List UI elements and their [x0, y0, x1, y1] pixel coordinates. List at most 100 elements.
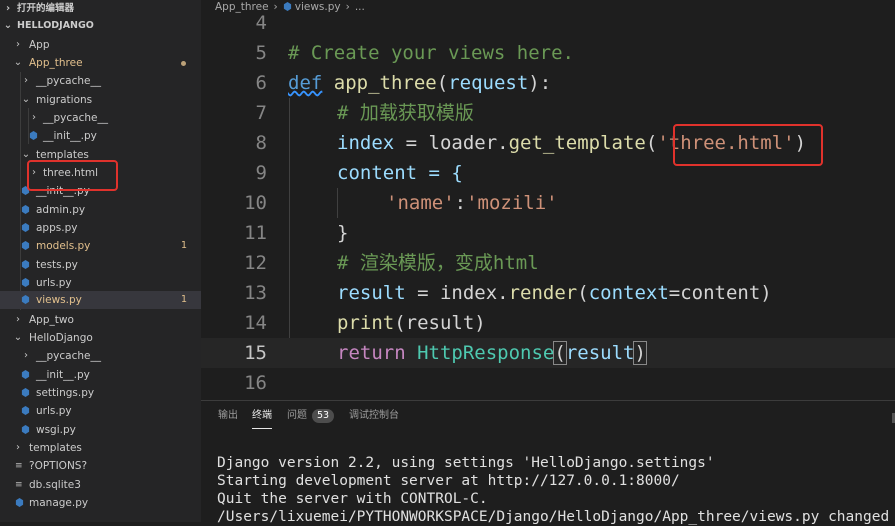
line-number: 6 — [255, 72, 267, 94]
chevron-down-icon: ⌄ — [21, 94, 31, 105]
bottom-panel: 输出 终端 问题 53 调试控制台 Django version 2.2, usi… — [201, 400, 895, 525]
tab-debug-console[interactable]: 调试控制台 — [349, 401, 399, 431]
chevron-right-icon: › — [16, 442, 20, 453]
line-number: 16 — [244, 372, 267, 394]
tree-file-db[interactable]: ≡ db.sqlite3 — [0, 476, 201, 494]
tree-label: __init__.py — [43, 130, 97, 142]
problem-count-badge: 1 — [180, 294, 187, 305]
code-punct: : — [454, 192, 467, 214]
tree-file-tests[interactable]: tests.py — [0, 256, 201, 274]
tree-file-urls[interactable]: urls.py — [0, 274, 201, 292]
code-punct: ( — [436, 72, 449, 94]
tree-file-urls[interactable]: urls.py — [0, 402, 201, 420]
python-file-icon — [21, 406, 30, 415]
tree-label: templates — [29, 442, 82, 454]
code-punct: } — [337, 222, 349, 244]
code-keyword: def — [288, 72, 323, 94]
code-text: result = index.render(context=content) — [337, 278, 772, 308]
code-function: get_template — [508, 132, 646, 154]
code-text: return HttpResponse(result) — [337, 338, 647, 368]
tree-folder-pycache[interactable]: › __pycache__ — [0, 347, 201, 365]
code-editor[interactable]: App_three › views.py ›... 4 5 # Create your… — [201, 0, 895, 400]
tree-label: __pycache__ — [36, 350, 101, 362]
code-comment: # 加载获取模版 — [337, 102, 474, 124]
code-punct: ): — [528, 72, 552, 94]
code-line: 11 } — [201, 218, 895, 248]
tree-folder-app[interactable]: › App — [0, 36, 201, 54]
code-text: } — [337, 218, 348, 248]
code-punct: ) — [633, 341, 647, 365]
tree-file-options[interactable]: ≡ ?OPTIONS? — [0, 457, 201, 475]
code-line: 10 'name':'mozili' — [201, 188, 895, 218]
code-text: # 加载获取模版 — [337, 98, 474, 128]
tree-file-init[interactable]: __init__.py — [0, 127, 201, 145]
tree-label: __pycache__ — [43, 112, 108, 124]
python-file-icon — [15, 498, 24, 507]
tree-label: settings.py — [36, 387, 95, 399]
code-line: 16 — [201, 368, 895, 398]
python-file-icon — [29, 131, 38, 140]
tree-folder-pycache[interactable]: › __pycache__ — [0, 109, 201, 127]
code-variable: index — [337, 132, 395, 154]
code-text: 'name':'mozili' — [386, 188, 558, 218]
line-number: 9 — [255, 162, 267, 184]
terminal-line: Starting development server at http://12… — [217, 473, 680, 489]
tree-label: views.py — [36, 294, 82, 306]
tree-file-settings[interactable]: settings.py — [0, 384, 201, 402]
tree-folder-app-two[interactable]: › App_two — [0, 311, 201, 329]
code-param: request — [448, 72, 529, 94]
tree-label: manage.py — [29, 497, 89, 509]
code-line: 13 result = index.render(context=content… — [201, 278, 895, 308]
code-text: # 渲染模版，变成html — [337, 248, 539, 278]
tree-folder-hellodjango[interactable]: ⌄ HelloDjango — [0, 329, 201, 347]
line-number: 15 — [244, 342, 267, 364]
tree-file-admin[interactable]: admin.py — [0, 201, 201, 219]
code-param: context — [588, 282, 669, 304]
tree-file-apps[interactable]: apps.py — [0, 219, 201, 237]
explorer-sidebar: › 打开的编辑器 ⌄ HELLODJANGO › App ⌄ App_three… — [0, 0, 201, 522]
tree-folder-templates[interactable]: › templates — [0, 439, 201, 457]
highlight-box — [673, 124, 823, 166]
tree-file-views[interactable]: views.py 1 — [0, 291, 201, 309]
code-line: 6 def app_three(request): — [201, 68, 895, 98]
tab-problems[interactable]: 问题 53 — [287, 401, 335, 431]
code-line: 12 # 渲染模版，变成html — [201, 248, 895, 278]
tree-file-init[interactable]: __init__.py — [0, 366, 201, 384]
code-punct: =content) — [668, 282, 772, 304]
project-section[interactable]: ⌄ HELLODJANGO — [0, 17, 201, 35]
tree-label: App_two — [29, 314, 74, 326]
python-file-icon — [21, 388, 30, 397]
python-file-icon — [21, 278, 30, 287]
tree-folder-pycache[interactable]: › __pycache__ — [0, 72, 201, 90]
tree-file-wsgi[interactable]: wsgi.py — [0, 421, 201, 439]
code-operator: = loader. — [394, 132, 509, 154]
code-variable: result — [565, 342, 635, 364]
highlight-box — [27, 160, 118, 191]
tree-label: db.sqlite3 — [29, 479, 81, 491]
open-editors-section[interactable]: › 打开的编辑器 — [0, 0, 201, 18]
code-keyword: return — [337, 342, 406, 364]
line-number: 4 — [255, 12, 267, 34]
chevron-down-icon: ⌄ — [3, 20, 13, 31]
python-file-icon — [21, 205, 30, 214]
tab-output[interactable]: 输出 — [218, 401, 238, 431]
tab-problems-label: 问题 — [287, 410, 307, 421]
modified-dot-icon — [181, 61, 186, 66]
tree-file-models[interactable]: models.py 1 — [0, 237, 201, 255]
tree-folder-app-three[interactable]: ⌄ App_three — [0, 54, 201, 72]
code-variable: result — [337, 282, 406, 304]
tree-label: migrations — [36, 94, 93, 106]
code-comment: # 渲染模版，变成html — [337, 252, 539, 274]
tree-label: tests.py — [36, 259, 78, 271]
tree-label: urls.py — [36, 277, 72, 289]
code-text: def app_three(request): — [288, 68, 551, 98]
line-number: 5 — [255, 42, 267, 64]
code-text: content = { — [337, 158, 463, 188]
code-text: print(result) — [337, 308, 486, 338]
tree-folder-migrations[interactable]: ⌄ migrations — [0, 91, 201, 109]
problems-count-badge: 53 — [312, 409, 335, 423]
tree-file-manage[interactable]: manage.py — [0, 494, 201, 512]
tab-terminal[interactable]: 终端 — [252, 401, 272, 429]
code-variable: content = { — [337, 162, 463, 184]
tree-label: HelloDjango — [29, 332, 93, 344]
